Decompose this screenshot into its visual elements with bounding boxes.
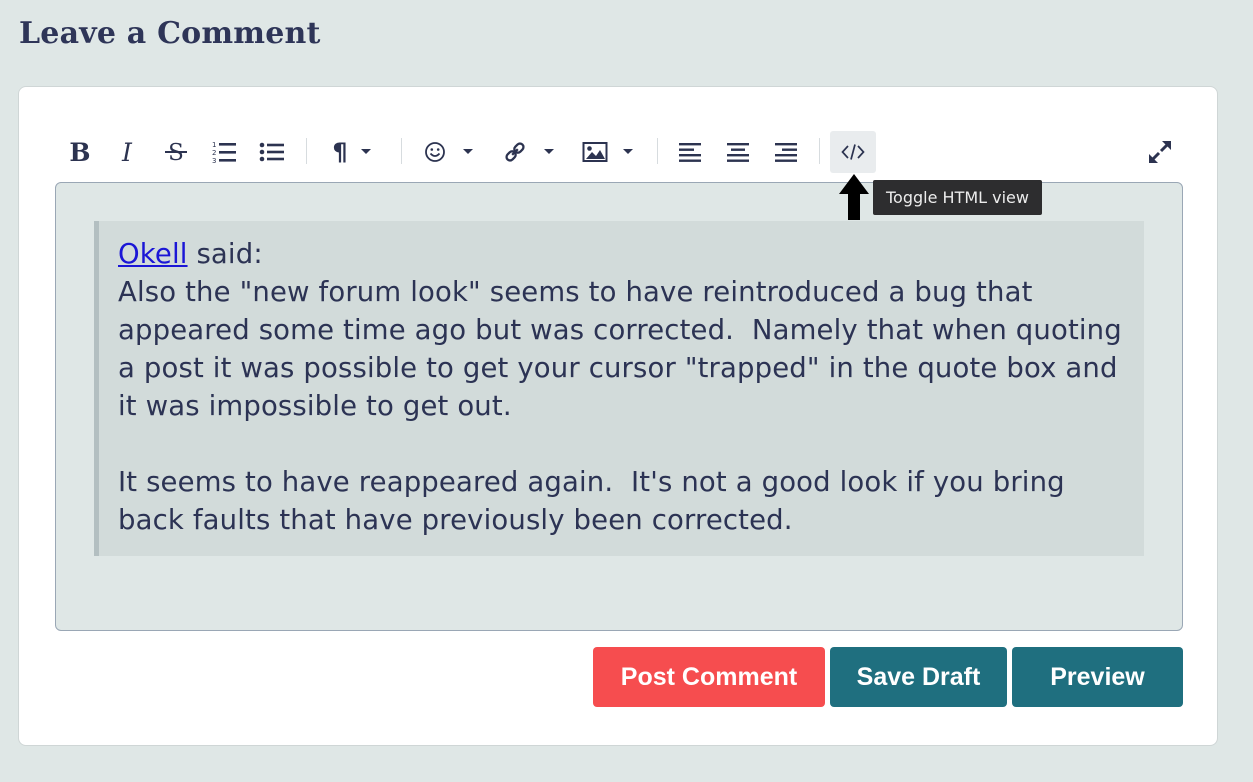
bullet-list-button[interactable] [250,131,294,173]
quote-author-link[interactable]: Okell [118,238,188,270]
italic-button[interactable]: I [105,131,149,173]
align-left-button[interactable] [668,131,712,173]
ordered-list-button[interactable]: 1 2 3 [202,131,246,173]
chevron-down-icon [623,149,633,154]
svg-text:1: 1 [212,141,216,149]
smiley-icon [425,142,445,162]
align-right-button[interactable] [764,131,808,173]
save-draft-button[interactable]: Save Draft [830,647,1007,707]
code-icon [841,144,865,160]
comment-editor[interactable]: Okell said: Also the "new forum look" se… [55,182,1183,631]
expand-icon [1149,141,1171,163]
quote-said-label: said: [187,238,263,270]
bold-icon: B [69,137,91,167]
toolbar-divider [401,138,402,164]
preview-button[interactable]: Preview [1012,647,1183,707]
bullet-list-icon [259,142,284,162]
toolbar-divider [657,138,658,164]
toolbar-divider [306,138,307,164]
strikethrough-icon: S [165,140,187,165]
insert-link-button[interactable] [497,131,561,173]
svg-text:2: 2 [212,149,216,157]
insert-image-button[interactable] [575,131,641,173]
fullscreen-button[interactable] [1138,131,1182,173]
toolbar-divider [819,138,820,164]
svg-text:3: 3 [212,157,216,165]
bold-button[interactable]: B [58,131,102,173]
image-icon [582,142,608,162]
align-center-icon [727,143,749,162]
align-center-button[interactable] [716,131,760,173]
ordered-list-icon: 1 2 3 [212,141,236,165]
chevron-down-icon [360,149,371,154]
tooltip: Toggle HTML view [873,180,1042,215]
link-icon [505,142,525,162]
arrow-up-icon [839,174,869,220]
page-title: Leave a Comment [19,16,321,51]
align-left-icon [679,143,701,162]
quote-body: Also the "new forum look" seems to have … [118,276,1122,536]
toggle-html-button[interactable] [830,131,876,173]
quote-block: Okell said: Also the "new forum look" se… [94,221,1144,556]
italic-icon: I [122,137,132,167]
emoji-button[interactable] [417,131,481,173]
paragraph-icon: ¶ [332,138,348,166]
align-right-icon [775,143,797,162]
post-comment-button[interactable]: Post Comment [593,647,825,707]
paragraph-format-button[interactable]: ¶ [319,131,385,173]
chevron-down-icon [463,149,473,154]
strikethrough-button[interactable]: S [154,131,198,173]
chevron-down-icon [544,149,554,154]
